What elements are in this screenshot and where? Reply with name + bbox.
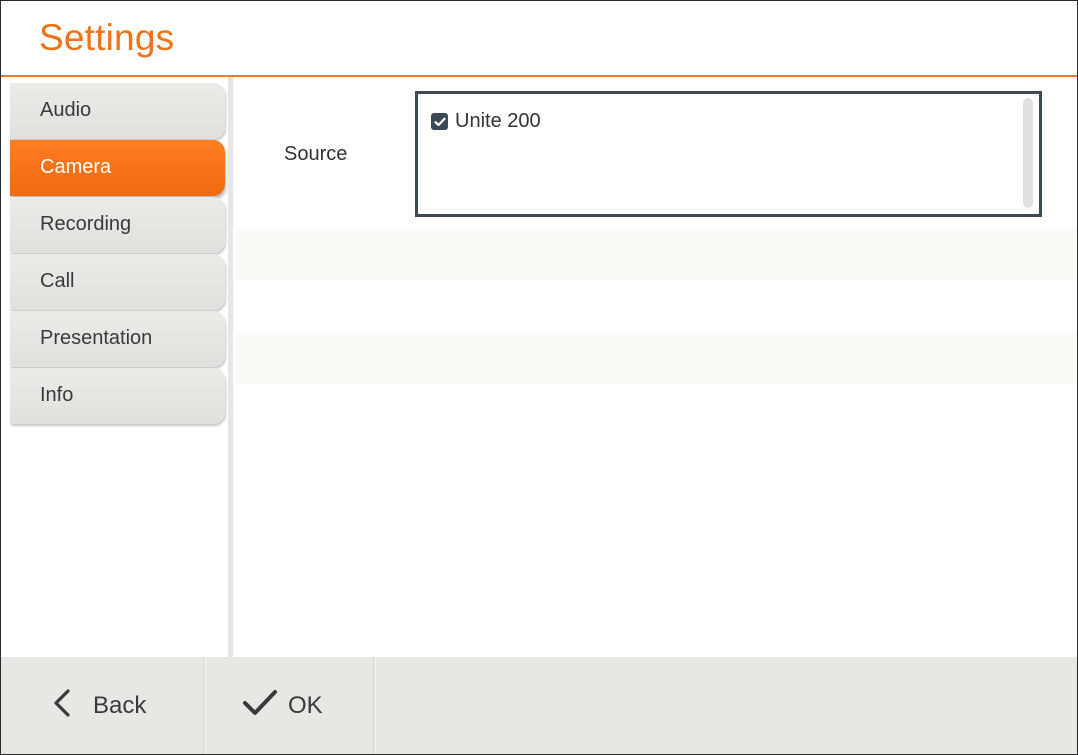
ok-button[interactable]: OK — [206, 657, 376, 754]
back-button[interactable]: Back — [1, 657, 206, 754]
sidebar-item-camera[interactable]: Camera — [10, 140, 225, 196]
sidebar-item-label: Info — [40, 384, 74, 406]
checkmark-icon — [242, 689, 278, 722]
sidebar: Audio Camera Recording Call Presentation… — [1, 77, 229, 657]
footer-divider — [373, 657, 376, 754]
checkbox-checked-icon[interactable] — [431, 113, 448, 130]
sidebar-item-recording[interactable]: Recording — [10, 197, 225, 253]
source-label: Source — [284, 143, 348, 165]
sidebar-item-label: Recording — [40, 213, 132, 235]
sidebar-item-presentation[interactable]: Presentation — [10, 311, 225, 367]
chevron-left-icon — [53, 688, 71, 723]
source-list[interactable]: Unite 200 — [415, 91, 1042, 217]
list-scrollbar[interactable] — [1023, 98, 1033, 208]
source-option-label: Unite 200 — [455, 110, 541, 132]
camera-settings-panel: Source Unite 200 — [233, 77, 1077, 657]
empty-row — [237, 228, 1077, 280]
footer: Back OK — [1, 657, 1077, 754]
sidebar-item-info[interactable]: Info — [10, 368, 225, 424]
sidebar-item-call[interactable]: Call — [10, 254, 225, 310]
sidebar-item-label: Audio — [40, 99, 92, 121]
sidebar-item-label: Call — [40, 270, 75, 292]
header: Settings — [1, 1, 1077, 77]
page-title: Settings — [39, 17, 175, 58]
source-option[interactable]: Unite 200 — [431, 110, 541, 133]
sidebar-item-label: Presentation — [40, 327, 153, 349]
sidebar-item-label: Camera — [40, 156, 112, 178]
sidebar-item-audio[interactable]: Audio — [10, 83, 225, 139]
settings-window: Settings Audio Camera Recording Call Pre… — [0, 0, 1078, 755]
back-label: Back — [93, 691, 147, 719]
ok-label: OK — [288, 691, 323, 719]
empty-row — [237, 332, 1077, 384]
